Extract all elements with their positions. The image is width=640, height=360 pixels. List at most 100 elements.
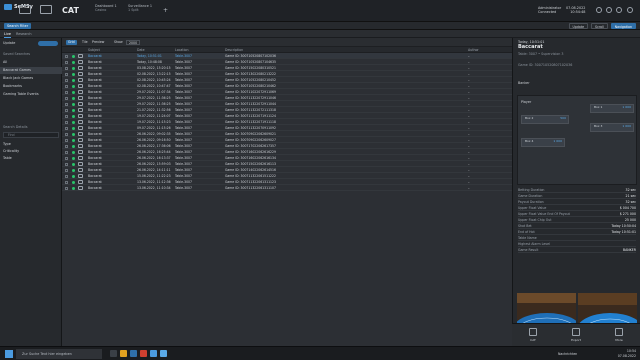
- taskbar-search-input[interactable]: Zur Suche Text hier eingeben: [16, 349, 102, 359]
- row-checkbox[interactable]: [65, 108, 68, 112]
- row-checkbox[interactable]: [65, 150, 68, 154]
- row-checkbox[interactable]: [65, 144, 68, 148]
- user-info[interactable]: Administrator Connected: [538, 6, 561, 14]
- status-icon: [72, 181, 75, 184]
- cat-icon: [529, 328, 537, 336]
- close-icon[interactable]: [627, 7, 633, 13]
- sidebar-item-table-events[interactable]: Gaming Table Events: [0, 91, 62, 98]
- settings-icon[interactable]: [596, 7, 602, 13]
- status-icon: [72, 121, 75, 124]
- status-icon: [72, 187, 75, 190]
- seat-box-3[interactable]: Box 3 1 000: [590, 123, 634, 132]
- table-row[interactable]: Baccarat 13.06.2022, 11:10:34 Table-3007 Ga…: [62, 185, 512, 191]
- game-icon: [78, 120, 83, 124]
- row-checkbox[interactable]: [65, 120, 68, 124]
- file-explorer-icon[interactable]: [120, 350, 127, 357]
- row-checkbox[interactable]: [65, 114, 68, 118]
- help-icon[interactable]: [616, 7, 622, 13]
- start-icon[interactable]: [5, 350, 13, 358]
- row-checkbox[interactable]: [65, 102, 68, 106]
- cat-title[interactable]: CAT: [62, 6, 79, 15]
- row-checkbox[interactable]: [65, 78, 68, 82]
- more-button[interactable]: More: [598, 324, 640, 347]
- show-label: Show: [114, 40, 123, 44]
- row-checkbox[interactable]: [65, 180, 68, 184]
- bell-icon[interactable]: [606, 7, 612, 13]
- detail-type[interactable]: Type: [3, 142, 11, 146]
- stat-row: Table Name: [518, 236, 636, 241]
- export-button[interactable]: Export: [555, 324, 597, 347]
- row-checkbox[interactable]: [65, 138, 68, 142]
- toolbar: Search Filter Update Scroll Navigation: [0, 22, 640, 30]
- row-checkbox[interactable]: [65, 186, 68, 190]
- scroll-button[interactable]: Scroll: [591, 23, 608, 29]
- row-checkbox[interactable]: [65, 66, 68, 70]
- tab-research[interactable]: Research: [16, 31, 32, 37]
- update-button[interactable]: Update: [568, 23, 589, 29]
- game-icon: [78, 54, 83, 58]
- status-icon: [72, 109, 75, 112]
- show-count-select[interactable]: 2000: [126, 40, 141, 45]
- sidebar-item-all[interactable]: All: [0, 59, 62, 66]
- row-checkbox[interactable]: [65, 168, 68, 172]
- row-checkbox[interactable]: [65, 132, 68, 136]
- news-widget[interactable]: Nachrichten: [558, 352, 577, 356]
- row-checkbox[interactable]: [65, 72, 68, 76]
- grid-button[interactable]: Grid: [66, 40, 77, 45]
- task-view-icon[interactable]: [110, 350, 117, 357]
- status-icon: [72, 127, 75, 130]
- monitor-icon[interactable]: [19, 5, 31, 14]
- update-label: Update: [3, 41, 16, 45]
- status-icon: [72, 91, 75, 94]
- seat-box-2[interactable]: Box 2 500: [521, 115, 569, 124]
- chrome-icon[interactable]: [140, 350, 147, 357]
- detail-criticality[interactable]: Criticality: [3, 149, 19, 153]
- stat-row: Game Duration 21 sec: [518, 194, 636, 199]
- preview-button[interactable]: Preview: [92, 40, 104, 45]
- tab-live[interactable]: Live: [4, 31, 11, 38]
- status-icon: [72, 85, 75, 88]
- row-checkbox[interactable]: [65, 90, 68, 94]
- semsy-app-icon[interactable]: [160, 350, 167, 357]
- edge-icon[interactable]: [130, 350, 137, 357]
- row-checkbox[interactable]: [65, 156, 68, 160]
- tray-clock[interactable]: 10:54 07.08.2022: [618, 349, 636, 359]
- sidebar-item-blackjack[interactable]: Black Jack Games: [0, 75, 62, 82]
- tab-surveillance[interactable]: Surveillance 11 Split: [128, 4, 152, 18]
- row-checkbox[interactable]: [65, 126, 68, 130]
- row-checkbox[interactable]: [65, 60, 68, 64]
- search-filter-button[interactable]: Search Filter: [4, 23, 32, 29]
- stat-value: 21 sec: [625, 194, 636, 198]
- sidebar-item-bookmarks[interactable]: Bookmarks: [0, 83, 62, 90]
- status-icon: [72, 175, 75, 178]
- mail-icon[interactable]: [40, 5, 52, 14]
- mail-app-icon[interactable]: [150, 350, 157, 357]
- seat-box-1[interactable]: Box 1 1 000: [590, 104, 634, 113]
- stat-key: Shot Bet: [518, 224, 532, 228]
- game-icon: [78, 72, 83, 76]
- stat-key: Upper Float Value End Of Payout: [518, 212, 570, 216]
- navigation-button[interactable]: Navigation: [610, 23, 636, 29]
- more-button-label: More: [615, 338, 623, 342]
- seat-name: Box 3: [594, 124, 603, 128]
- row-checkbox[interactable]: [65, 174, 68, 178]
- seat-value: 500: [560, 116, 566, 120]
- tab-dashboard[interactable]: Dashboard 1 Casino: [95, 4, 117, 18]
- sidebar-item-baccarat[interactable]: Baccarat Games: [0, 67, 62, 74]
- add-tab-icon[interactable]: +: [163, 7, 168, 14]
- status-icon: [72, 133, 75, 136]
- results-panel: Grid Tile Preview Show 2000 Subject Date…: [62, 38, 512, 346]
- cat-button[interactable]: CAT: [512, 324, 554, 347]
- update-toggle[interactable]: [38, 41, 58, 46]
- detail-table[interactable]: Table: [3, 156, 12, 160]
- status-icon: [72, 73, 75, 76]
- row-checkbox[interactable]: [65, 54, 68, 58]
- game-icon: [78, 156, 83, 160]
- seat-box-4[interactable]: Box 4 1 000: [521, 138, 565, 147]
- banker-label: Banker: [518, 81, 530, 85]
- tile-button[interactable]: Tile: [82, 40, 88, 45]
- row-checkbox[interactable]: [65, 84, 68, 88]
- row-checkbox[interactable]: [65, 96, 68, 100]
- search-input[interactable]: Find: [3, 132, 59, 138]
- row-checkbox[interactable]: [65, 162, 68, 166]
